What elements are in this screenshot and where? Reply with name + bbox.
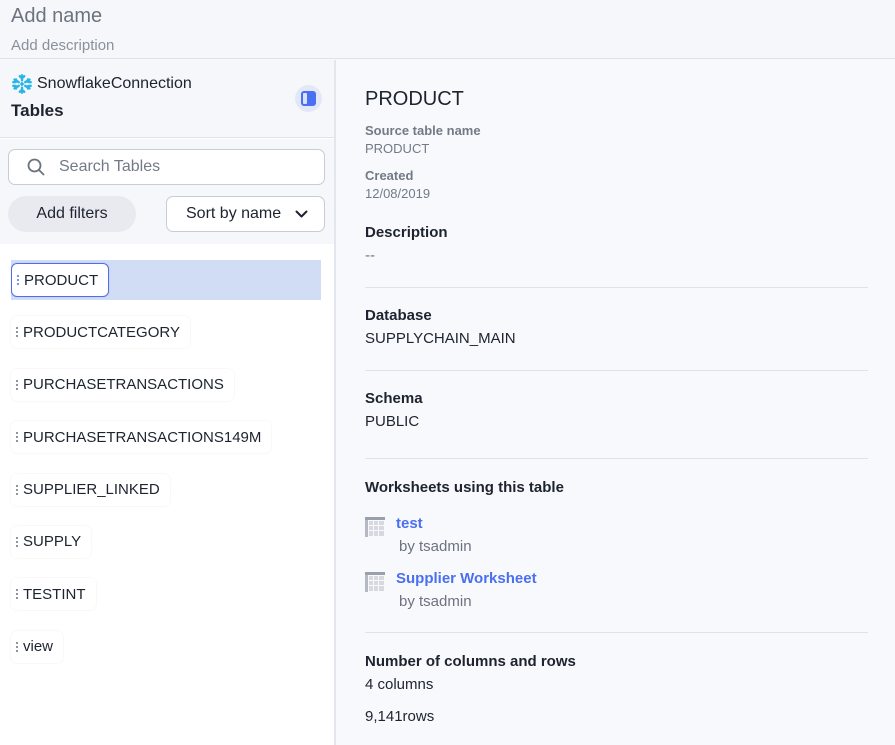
drag-handle-icon[interactable] bbox=[15, 327, 19, 338]
description-label: Description bbox=[365, 224, 448, 241]
table-name: SUPPLY bbox=[23, 533, 82, 551]
schema-value: PUBLIC bbox=[365, 413, 420, 430]
panel-toggle-button[interactable] bbox=[295, 85, 322, 112]
search-box[interactable] bbox=[8, 149, 325, 185]
description-value: -- bbox=[365, 247, 375, 264]
sidebar-header: SnowflakeConnection Tables bbox=[0, 60, 334, 138]
description-field[interactable]: Add description bbox=[11, 37, 114, 54]
table-chip[interactable]: PURCHASETRANSACTIONS149M bbox=[11, 421, 272, 454]
created-label: Created bbox=[365, 168, 414, 183]
table-name: TESTINT bbox=[23, 585, 86, 603]
table-chip[interactable]: view bbox=[11, 630, 64, 663]
divider bbox=[365, 458, 868, 459]
drag-handle-icon[interactable] bbox=[15, 484, 19, 495]
worksheet-link[interactable]: Supplier Worksheet bbox=[396, 570, 537, 587]
chevron-down-icon bbox=[295, 210, 308, 218]
drag-handle-icon[interactable] bbox=[16, 275, 20, 285]
worksheet-link[interactable]: test bbox=[396, 515, 423, 532]
table-chip[interactable]: PRODUCTCATEGORY bbox=[11, 316, 190, 349]
worksheets-label: Worksheets using this table bbox=[365, 479, 564, 496]
table-row[interactable]: TESTINT bbox=[0, 573, 334, 625]
divider bbox=[365, 632, 868, 633]
table-row[interactable]: PURCHASETRANSACTIONS bbox=[0, 364, 334, 416]
worksheet-icon bbox=[365, 572, 385, 592]
schema-label: Schema bbox=[365, 390, 423, 407]
table-controls: Add filters Sort by name bbox=[0, 139, 334, 244]
connection-label: SnowflakeConnection bbox=[11, 73, 192, 95]
name-field[interactable]: Add name bbox=[11, 5, 102, 28]
drag-handle-icon[interactable] bbox=[15, 432, 19, 443]
table-chip[interactable]: SUPPLIER_LINKED bbox=[11, 473, 170, 506]
source-table-label: Source table name bbox=[365, 123, 481, 138]
columns-count: 4 columns bbox=[365, 676, 434, 693]
divider bbox=[365, 287, 868, 288]
connection-name: SnowflakeConnection bbox=[37, 75, 192, 92]
drag-handle-icon[interactable] bbox=[15, 379, 19, 390]
table-row[interactable]: PRODUCT bbox=[0, 259, 334, 311]
worksheet-author: by tsadmin bbox=[399, 593, 472, 610]
source-table-value: PRODUCT bbox=[365, 141, 430, 156]
table-chip[interactable]: SUPPLY bbox=[11, 525, 92, 558]
table-chip[interactable]: PURCHASETRANSACTIONS bbox=[11, 368, 234, 401]
table-name: PRODUCTCATEGORY bbox=[23, 323, 180, 341]
counts-label: Number of columns and rows bbox=[365, 653, 576, 670]
sort-dropdown[interactable]: Sort by name bbox=[166, 196, 325, 232]
table-row[interactable]: SUPPLIER_LINKED bbox=[0, 469, 334, 521]
table-name: SUPPLIER_LINKED bbox=[23, 481, 160, 499]
database-label: Database bbox=[365, 307, 432, 324]
table-row[interactable]: PRODUCTCATEGORY bbox=[0, 311, 334, 363]
database-value: SUPPLYCHAIN_MAIN bbox=[365, 330, 516, 347]
worksheet-icon bbox=[365, 517, 385, 537]
search-input[interactable] bbox=[59, 158, 299, 176]
add-filters-button[interactable]: Add filters bbox=[8, 196, 136, 232]
table-row[interactable]: PURCHASETRANSACTIONS149M bbox=[0, 416, 334, 468]
details-title: PRODUCT bbox=[365, 88, 464, 110]
table-name: view bbox=[23, 638, 54, 656]
created-value: 12/08/2019 bbox=[365, 186, 431, 201]
drag-handle-icon[interactable] bbox=[15, 641, 19, 652]
table-chip[interactable]: PRODUCT bbox=[11, 263, 110, 297]
tables-list: PRODUCT PRODUCTCATEGORY PURCHASETRANSACT… bbox=[0, 259, 334, 678]
drag-handle-icon[interactable] bbox=[15, 536, 19, 547]
table-name: PURCHASETRANSACTIONS bbox=[23, 376, 224, 394]
worksheet-author: by tsadmin bbox=[399, 538, 472, 555]
divider bbox=[365, 370, 868, 371]
table-name: PURCHASETRANSACTIONS149M bbox=[23, 428, 262, 446]
search-icon bbox=[27, 158, 45, 176]
table-details-panel: PRODUCT Source table name PRODUCT Create… bbox=[338, 60, 895, 745]
table-row[interactable]: SUPPLY bbox=[0, 521, 334, 573]
panel-toggle-icon bbox=[301, 91, 316, 106]
table-row[interactable]: view bbox=[0, 626, 334, 678]
drag-handle-icon[interactable] bbox=[15, 589, 19, 600]
tables-sidebar: SnowflakeConnection Tables Add filters S… bbox=[0, 60, 336, 745]
table-chip[interactable]: TESTINT bbox=[11, 578, 96, 611]
header-bar: Add name Add description bbox=[0, 0, 895, 59]
sort-label: Sort by name bbox=[186, 205, 282, 222]
snowflake-icon bbox=[12, 74, 32, 94]
tables-title: Tables bbox=[11, 101, 64, 120]
rows-count: 9,141rows bbox=[365, 708, 435, 725]
table-name: PRODUCT bbox=[24, 271, 99, 289]
